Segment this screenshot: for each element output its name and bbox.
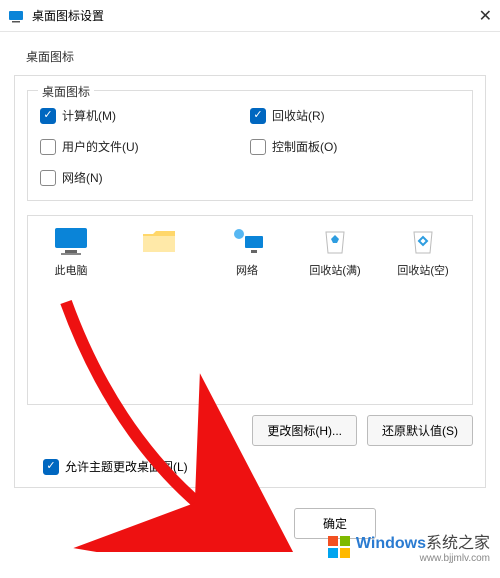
- icon-item-recyclefull[interactable]: 回收站(满): [300, 226, 370, 278]
- icon-label-network: 网络: [236, 262, 258, 278]
- icon-item-thispc[interactable]: 此电脑: [36, 226, 106, 278]
- watermark-text: Windows系统之家 www.bjjmlv.com: [356, 529, 490, 564]
- checkbox-network-box[interactable]: [40, 170, 56, 186]
- change-icon-button[interactable]: 更改图标(H)...: [252, 415, 357, 446]
- checkbox-network-label: 网络(N): [62, 169, 103, 186]
- checkbox-computer[interactable]: 计算机(M): [40, 107, 250, 124]
- checkbox-controlpanel-box[interactable]: [250, 139, 266, 155]
- icon-item-recycleempty[interactable]: 回收站(空): [388, 226, 458, 278]
- folder-icon: [141, 226, 177, 256]
- recycle-empty-icon: [405, 226, 441, 256]
- icon-item-network[interactable]: 网络: [212, 226, 282, 278]
- checkbox-allow-theme-change[interactable]: 允许主题更改桌面图(L): [43, 458, 473, 475]
- recycle-full-icon: [317, 226, 353, 256]
- checkbox-recyclebin-box[interactable]: [250, 108, 266, 124]
- window-title: 桌面图标设置: [32, 7, 452, 24]
- tab-desktop-icons[interactable]: 桌面图标: [12, 42, 88, 71]
- close-icon[interactable]: ✕: [452, 6, 492, 26]
- checkbox-controlpanel-label: 控制面板(O): [272, 138, 337, 155]
- icon-button-row: 更改图标(H)... 还原默认值(S): [27, 415, 473, 446]
- checkbox-allow-theme-change-box[interactable]: [43, 459, 59, 475]
- icon-label-recycleempty: 回收站(空): [397, 262, 448, 278]
- fieldset-desktop-icons: 桌面图标 计算机(M) 回收站(R) 用户的文件(U) 控制面板(O) 网络(N…: [27, 90, 473, 201]
- checkbox-allow-theme-change-label: 允许主题更改桌面图(L): [65, 458, 188, 475]
- fieldset-legend: 桌面图标: [38, 83, 94, 100]
- title-bar: 桌面图标设置 ✕: [0, 0, 500, 32]
- dialog-body: 桌面图标 计算机(M) 回收站(R) 用户的文件(U) 控制面板(O) 网络(N…: [14, 75, 486, 488]
- icon-label-recyclefull: 回收站(满): [309, 262, 360, 278]
- monitor-icon: [53, 226, 89, 256]
- icon-label-thispc: 此电脑: [55, 262, 88, 278]
- checkbox-recyclebin[interactable]: 回收站(R): [250, 107, 460, 124]
- checkbox-userfiles-label: 用户的文件(U): [62, 138, 139, 155]
- checkbox-network[interactable]: 网络(N): [40, 169, 250, 186]
- app-icon: [8, 8, 24, 24]
- checkbox-grid: 计算机(M) 回收站(R) 用户的文件(U) 控制面板(O) 网络(N): [40, 107, 460, 186]
- tab-strip: 桌面图标: [12, 42, 500, 71]
- checkbox-recyclebin-label: 回收站(R): [272, 107, 325, 124]
- checkbox-userfiles-box[interactable]: [40, 139, 56, 155]
- checkbox-computer-box[interactable]: [40, 108, 56, 124]
- icon-item-unnamed[interactable]: [124, 226, 194, 262]
- windows-logo-icon: [328, 536, 350, 558]
- restore-default-button[interactable]: 还原默认值(S): [367, 415, 473, 446]
- checkbox-userfiles[interactable]: 用户的文件(U): [40, 138, 250, 155]
- watermark: Windows系统之家 www.bjjmlv.com: [328, 529, 490, 564]
- network-icon: [229, 226, 265, 256]
- checkbox-computer-label: 计算机(M): [62, 107, 116, 124]
- checkbox-controlpanel[interactable]: 控制面板(O): [250, 138, 460, 155]
- icon-preview-panel: 此电脑 网络 回收站(满) 回收站(空): [27, 215, 473, 405]
